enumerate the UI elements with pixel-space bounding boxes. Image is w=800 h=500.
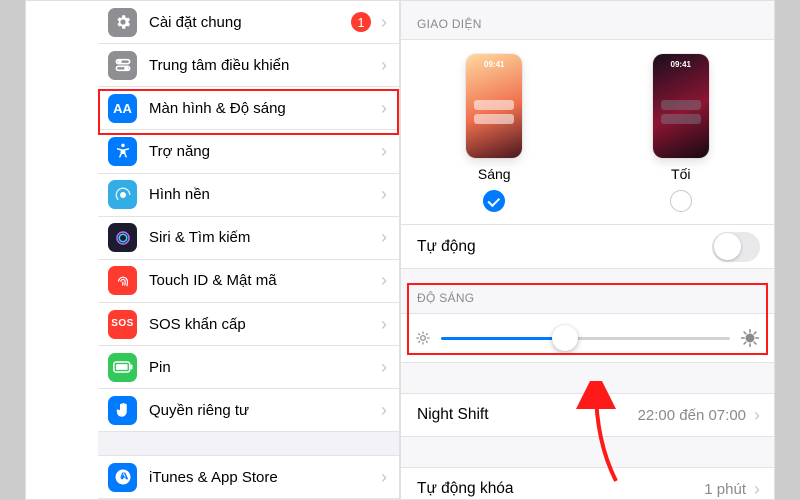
section-gap <box>401 363 774 393</box>
light-label: Sáng <box>478 166 511 182</box>
slider-knob[interactable] <box>552 325 578 351</box>
appearance-header: GIAO DIỆN <box>401 1 774 39</box>
row-label: Cài đặt chung <box>149 14 351 31</box>
row-display-brightness[interactable]: AA Màn hình & Độ sáng › <box>98 87 399 130</box>
display-settings-panel: GIAO DIỆN 09:41 Sáng 09:41 Tối <box>400 0 775 500</box>
row-privacy[interactable]: Quyền riêng tư › <box>98 389 399 432</box>
hand-icon <box>108 396 137 425</box>
notification-badge: 1 <box>351 12 371 32</box>
phone-preview-light: 09:41 <box>466 54 522 158</box>
row-autolock[interactable]: Tự động khóa 1 phút › <box>401 467 774 500</box>
left-margin <box>26 1 98 499</box>
brightness-slider-row <box>401 313 774 363</box>
fingerprint-icon <box>108 266 137 295</box>
row-label: Pin <box>149 359 375 376</box>
row-label: Màn hình & Độ sáng <box>149 100 375 117</box>
section-gap <box>98 432 399 456</box>
appearance-option-dark[interactable]: 09:41 Tối <box>653 54 709 212</box>
row-label: Trung tâm điều khiển <box>149 57 375 74</box>
row-siri[interactable]: Siri & Tìm kiếm › <box>98 217 399 260</box>
battery-icon <box>108 353 137 382</box>
row-wallpaper[interactable]: Hình nền › <box>98 174 399 217</box>
chevron-right-icon: › <box>375 400 399 421</box>
chevron-right-icon: › <box>375 227 399 248</box>
chevron-right-icon: › <box>375 98 399 119</box>
appearance-section: 09:41 Sáng 09:41 Tối <box>401 39 774 225</box>
chevron-right-icon: › <box>375 357 399 378</box>
chevron-right-icon: › <box>375 314 399 335</box>
dark-label: Tối <box>671 166 690 182</box>
autolock-label: Tự động khóa <box>417 480 704 498</box>
sun-max-icon <box>740 328 760 348</box>
wallpaper-icon <box>108 180 137 209</box>
brightness-slider[interactable] <box>441 337 730 340</box>
row-label: Quyền riêng tư <box>149 402 375 419</box>
chevron-right-icon: › <box>375 467 399 488</box>
text-size-icon: AA <box>108 94 137 123</box>
chevron-right-icon: › <box>375 12 399 33</box>
row-nightshift[interactable]: Night Shift 22:00 đến 07:00 › <box>401 393 774 437</box>
row-label: Siri & Tìm kiếm <box>149 229 375 246</box>
row-label: Trợ năng <box>149 143 375 160</box>
siri-icon <box>108 223 137 252</box>
section-gap <box>401 437 774 467</box>
chevron-right-icon: › <box>375 55 399 76</box>
row-sos[interactable]: SOS SOS khẩn cấp › <box>98 303 399 346</box>
chevron-right-icon: › <box>746 405 760 426</box>
nightshift-detail: 22:00 đến 07:00 <box>638 407 746 424</box>
row-accessibility[interactable]: Trợ năng › <box>98 130 399 173</box>
toggles-icon <box>108 51 137 80</box>
row-label: SOS khẩn cấp <box>149 316 375 333</box>
row-battery[interactable]: Pin › <box>98 346 399 389</box>
accessibility-icon <box>108 137 137 166</box>
radio-light-selected[interactable] <box>483 190 505 212</box>
phone-preview-dark: 09:41 <box>653 54 709 158</box>
appstore-icon <box>108 463 137 492</box>
sun-min-icon <box>415 330 431 346</box>
nightshift-label: Night Shift <box>417 406 638 424</box>
radio-dark[interactable] <box>670 190 692 212</box>
gear-icon <box>108 8 137 37</box>
row-automatic[interactable]: Tự động <box>401 225 774 269</box>
autolock-detail: 1 phút <box>704 481 746 498</box>
automatic-toggle[interactable] <box>712 232 760 262</box>
chevron-right-icon: › <box>375 141 399 162</box>
row-label: Hình nền <box>149 186 375 203</box>
appearance-option-light[interactable]: 09:41 Sáng <box>466 54 522 212</box>
row-label: iTunes & App Store <box>149 469 375 486</box>
sos-icon: SOS <box>108 310 137 339</box>
brightness-header: ĐỘ SÁNG <box>401 269 774 313</box>
automatic-label: Tự động <box>417 238 712 256</box>
settings-list: Cài đặt chung 1 › Trung tâm điều khiển ›… <box>98 1 399 499</box>
row-general[interactable]: Cài đặt chung 1 › <box>98 1 399 44</box>
chevron-right-icon: › <box>375 184 399 205</box>
chevron-right-icon: › <box>375 270 399 291</box>
row-touchid[interactable]: Touch ID & Mật mã › <box>98 260 399 303</box>
settings-left-panel: Cài đặt chung 1 › Trung tâm điều khiển ›… <box>25 0 400 500</box>
row-label: Touch ID & Mật mã <box>149 272 375 289</box>
row-itunes-store[interactable]: iTunes & App Store › <box>98 456 399 499</box>
chevron-right-icon: › <box>746 479 760 500</box>
row-control-center[interactable]: Trung tâm điều khiển › <box>98 44 399 87</box>
